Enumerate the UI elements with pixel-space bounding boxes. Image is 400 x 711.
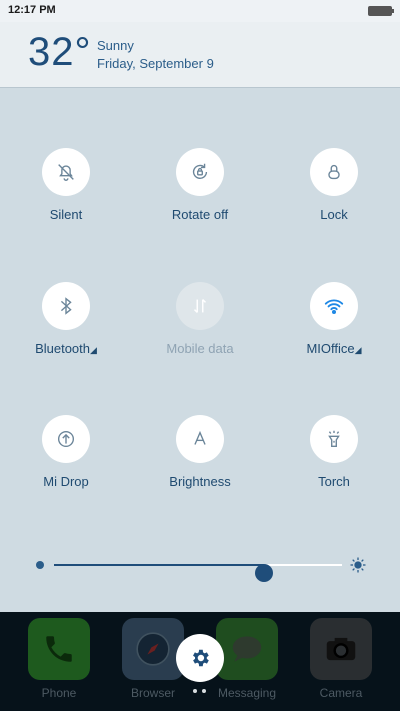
mobile-data-icon xyxy=(176,282,224,330)
bell-off-icon xyxy=(42,148,90,196)
mi-drop-icon xyxy=(42,415,90,463)
rotate-lock-icon xyxy=(176,148,224,196)
app-camera[interactable]: Camera xyxy=(310,618,372,700)
weather-condition: Sunny xyxy=(97,38,134,53)
toggle-silent[interactable]: Silent xyxy=(11,148,121,222)
toggle-label: Brightness xyxy=(169,474,231,489)
settings-button[interactable] xyxy=(176,634,224,682)
wifi-icon xyxy=(310,282,358,330)
toggle-label: Bluetooth◢ xyxy=(35,341,97,356)
app-label: Browser xyxy=(130,686,175,700)
battery-icon xyxy=(368,6,394,16)
app-phone[interactable]: Phone xyxy=(28,618,90,700)
brightness-low-icon xyxy=(36,561,44,569)
message-icon xyxy=(216,618,278,680)
toggle-label: Rotate off xyxy=(171,207,229,222)
toggle-label: Torch xyxy=(318,474,350,489)
bluetooth-icon xyxy=(42,282,90,330)
brightness-fill xyxy=(54,564,265,566)
auto-brightness-icon xyxy=(176,415,224,463)
sun-icon xyxy=(350,557,366,573)
gear-icon xyxy=(193,649,209,667)
lock-icon xyxy=(310,148,358,196)
page-dot xyxy=(193,689,197,693)
toggle-label: Lock xyxy=(320,207,348,222)
page-indicator xyxy=(193,689,207,693)
status-time: 12:17 PM xyxy=(8,4,56,16)
toggle-mobile-data[interactable]: Mobile data xyxy=(145,282,255,356)
app-label: Camera xyxy=(319,686,363,700)
app-messaging[interactable]: Messaging xyxy=(216,618,278,700)
phone-icon xyxy=(28,618,90,680)
app-label: Phone xyxy=(41,686,77,700)
toggle-label: Mobile data xyxy=(166,341,234,356)
toggle-bluetooth[interactable]: Bluetooth◢ xyxy=(11,282,121,356)
page-dot xyxy=(202,689,206,693)
toggle-wifi[interactable]: MIOffice◢ xyxy=(279,282,389,356)
toggle-mi-drop[interactable]: Mi Drop xyxy=(11,415,121,489)
brightness-track[interactable] xyxy=(54,564,342,582)
weather-card[interactable]: 32° Sunny Friday, September 9 xyxy=(0,22,400,88)
temperature: 32° xyxy=(28,30,92,74)
torch-icon xyxy=(310,415,358,463)
toggle-torch[interactable]: Torch xyxy=(279,415,389,489)
brightness-slider[interactable] xyxy=(36,556,366,582)
app-label: Messaging xyxy=(217,686,277,700)
camera-icon xyxy=(310,618,372,680)
app-browser[interactable]: Browser xyxy=(122,618,184,700)
status-bar: 12:17 PM xyxy=(0,0,400,22)
toggle-label: MIOffice◢ xyxy=(306,341,362,356)
toggle-label: Silent xyxy=(49,207,83,222)
compass-icon xyxy=(122,618,184,680)
toggle-lock[interactable]: Lock xyxy=(279,148,389,222)
weather-date: Friday, September 9 xyxy=(97,56,214,71)
toggle-brightness[interactable]: Brightness xyxy=(145,415,255,489)
brightness-knob[interactable] xyxy=(255,564,274,582)
toggle-rotate[interactable]: Rotate off xyxy=(145,148,255,222)
toggle-label: Mi Drop xyxy=(43,474,89,489)
